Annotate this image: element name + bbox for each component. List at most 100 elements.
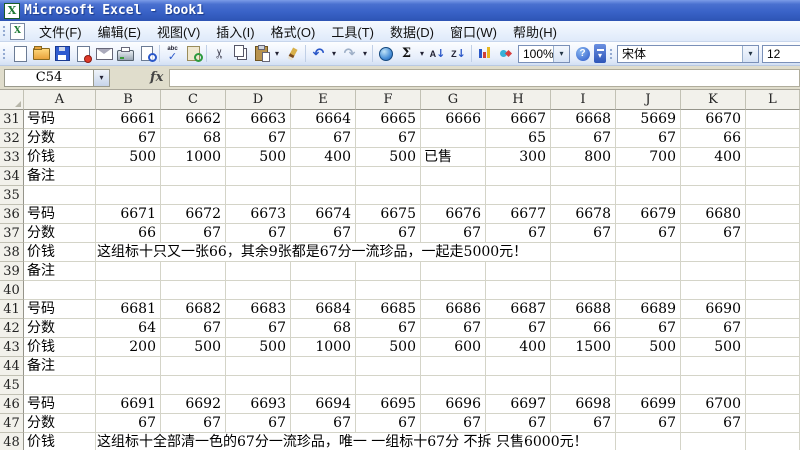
cell-D34[interactable]: [226, 167, 291, 186]
cell-K36[interactable]: 6680: [681, 205, 746, 224]
cut-button[interactable]: ✂: [209, 44, 230, 64]
cell-A38[interactable]: 价钱: [24, 243, 96, 262]
row-header-47[interactable]: 47: [0, 414, 24, 433]
cell-A44[interactable]: 备注: [24, 357, 96, 376]
cell-A47[interactable]: 分数: [24, 414, 96, 433]
cell-C42[interactable]: 67: [161, 319, 226, 338]
overflow-cell-text[interactable]: 这组标十全部清一色的67分一流珍品，唯一 一组标十67分 不拆 只售6000元！: [97, 433, 590, 450]
cell-E32[interactable]: 67: [291, 129, 356, 148]
cell-H36[interactable]: 6677: [486, 205, 551, 224]
toolbar-options-button[interactable]: [593, 44, 607, 64]
cell-K40[interactable]: [681, 281, 746, 300]
menu-item-window[interactable]: 窗口(W): [442, 20, 505, 43]
cell-L36[interactable]: [746, 205, 800, 224]
cell-K46[interactable]: 6700: [681, 395, 746, 414]
cell-A35[interactable]: [24, 186, 96, 205]
menu-item-insert[interactable]: 插入(I): [208, 20, 262, 43]
cell-D36[interactable]: 6673: [226, 205, 291, 224]
cell-J34[interactable]: [616, 167, 681, 186]
hyperlink-button[interactable]: [375, 44, 396, 64]
insert-function-button[interactable]: fx: [150, 70, 163, 85]
cell-A46[interactable]: 号码: [24, 395, 96, 414]
column-header-B[interactable]: B: [96, 90, 161, 110]
print-button[interactable]: [115, 44, 136, 64]
cell-I39[interactable]: [551, 262, 616, 281]
cell-H45[interactable]: [486, 376, 551, 395]
cell-L34[interactable]: [746, 167, 800, 186]
cell-A43[interactable]: 价钱: [24, 338, 96, 357]
cell-L43[interactable]: [746, 338, 800, 357]
cell-F33[interactable]: 500: [356, 148, 421, 167]
cell-C33[interactable]: 1000: [161, 148, 226, 167]
cell-G33[interactable]: 已售: [421, 148, 486, 167]
row-header-44[interactable]: 44: [0, 357, 24, 376]
cell-B31[interactable]: 6661: [96, 110, 161, 129]
cell-L31[interactable]: [746, 110, 800, 129]
cell-L44[interactable]: [746, 357, 800, 376]
column-header-C[interactable]: C: [161, 90, 226, 110]
cell-B40[interactable]: [96, 281, 161, 300]
cell-L32[interactable]: [746, 129, 800, 148]
cell-D46[interactable]: 6693: [226, 395, 291, 414]
cell-H37[interactable]: 67: [486, 224, 551, 243]
cell-A41[interactable]: 号码: [24, 300, 96, 319]
cell-A42[interactable]: 分数: [24, 319, 96, 338]
row-header-41[interactable]: 41: [0, 300, 24, 319]
cell-J45[interactable]: [616, 376, 681, 395]
cell-B47[interactable]: 67: [96, 414, 161, 433]
row-header-43[interactable]: 43: [0, 338, 24, 357]
column-header-G[interactable]: G: [421, 90, 486, 110]
cell-F32[interactable]: 67: [356, 129, 421, 148]
cell-A32[interactable]: 分数: [24, 129, 96, 148]
cell-C31[interactable]: 6662: [161, 110, 226, 129]
paste-button[interactable]: [251, 44, 272, 64]
cell-J48[interactable]: [616, 433, 681, 450]
row-header-48[interactable]: 48: [0, 433, 24, 450]
cell-G44[interactable]: [421, 357, 486, 376]
cell-A45[interactable]: [24, 376, 96, 395]
cell-L38[interactable]: [746, 243, 800, 262]
cell-J40[interactable]: [616, 281, 681, 300]
cell-F42[interactable]: 67: [356, 319, 421, 338]
cell-I33[interactable]: 800: [551, 148, 616, 167]
cell-K41[interactable]: 6690: [681, 300, 746, 319]
cell-E35[interactable]: [291, 186, 356, 205]
cell-I34[interactable]: [551, 167, 616, 186]
cell-E47[interactable]: 67: [291, 414, 356, 433]
cell-A48[interactable]: 价钱: [24, 433, 96, 450]
cell-A37[interactable]: 分数: [24, 224, 96, 243]
cell-J38[interactable]: [616, 243, 681, 262]
cell-C46[interactable]: 6692: [161, 395, 226, 414]
cell-B46[interactable]: 6691: [96, 395, 161, 414]
cell-H35[interactable]: [486, 186, 551, 205]
cell-H46[interactable]: 6697: [486, 395, 551, 414]
new-button[interactable]: [10, 44, 31, 64]
select-all-corner[interactable]: [0, 90, 24, 110]
cell-F41[interactable]: 6685: [356, 300, 421, 319]
cell-I32[interactable]: 67: [551, 129, 616, 148]
cell-K39[interactable]: [681, 262, 746, 281]
cell-K34[interactable]: [681, 167, 746, 186]
cell-K35[interactable]: [681, 186, 746, 205]
cell-E34[interactable]: [291, 167, 356, 186]
cell-C40[interactable]: [161, 281, 226, 300]
cell-F43[interactable]: 500: [356, 338, 421, 357]
cell-F44[interactable]: [356, 357, 421, 376]
cell-J35[interactable]: [616, 186, 681, 205]
drawing-button[interactable]: [495, 44, 516, 64]
cell-L37[interactable]: [746, 224, 800, 243]
cell-K38[interactable]: [681, 243, 746, 262]
cell-F39[interactable]: [356, 262, 421, 281]
cell-I35[interactable]: [551, 186, 616, 205]
cell-G39[interactable]: [421, 262, 486, 281]
cell-F36[interactable]: 6675: [356, 205, 421, 224]
cell-E33[interactable]: 400: [291, 148, 356, 167]
cell-D41[interactable]: 6683: [226, 300, 291, 319]
cell-C45[interactable]: [161, 376, 226, 395]
cell-H43[interactable]: 400: [486, 338, 551, 357]
cell-B32[interactable]: 67: [96, 129, 161, 148]
row-header-37[interactable]: 37: [0, 224, 24, 243]
cell-C35[interactable]: [161, 186, 226, 205]
cell-L33[interactable]: [746, 148, 800, 167]
cell-F45[interactable]: [356, 376, 421, 395]
